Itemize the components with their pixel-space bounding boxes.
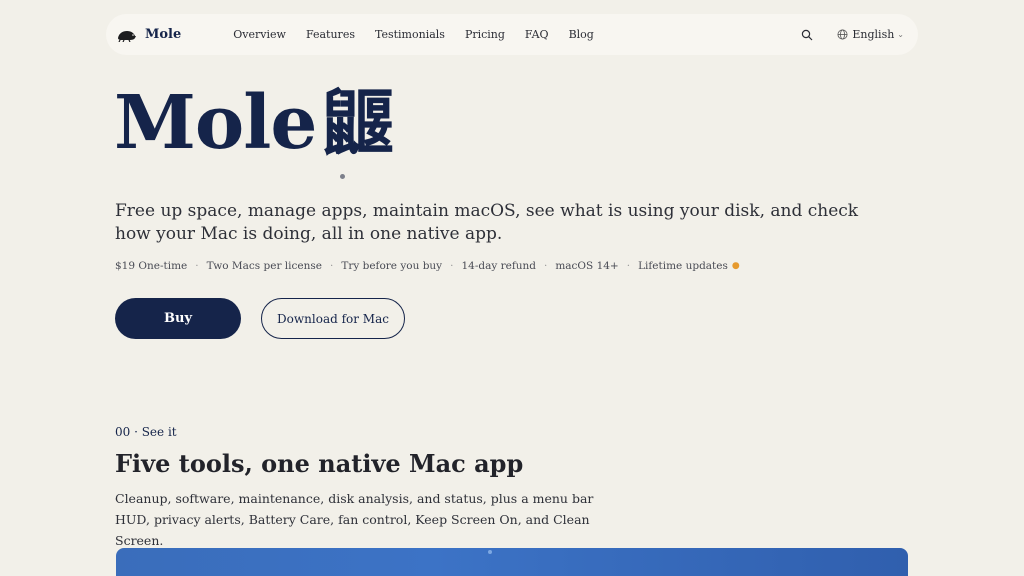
nav-link-blog[interactable]: Blog [569, 28, 594, 41]
brand-link[interactable]: Mole [117, 27, 181, 42]
globe-icon [837, 29, 848, 40]
fact-refund: 14-day refund [461, 260, 536, 272]
nav-right: English ⌄ [801, 28, 904, 41]
section-title: Five tools, one native Mac app [115, 449, 524, 478]
brand-name: Mole [145, 27, 182, 42]
nav-link-pricing[interactable]: Pricing [465, 28, 505, 41]
hero-title: Mole鼴 [114, 86, 394, 160]
fact-os: macOS 14+ [555, 260, 619, 272]
nav-link-testimonials[interactable]: Testimonials [375, 28, 445, 41]
decorative-dot [340, 174, 345, 179]
fact-price: $19 One-time [115, 260, 188, 272]
section-eyebrow: 00 · See it [115, 425, 177, 439]
highlight-dot-icon: ● [731, 261, 740, 271]
separator: · [450, 260, 454, 272]
search-icon[interactable] [801, 29, 813, 41]
download-button[interactable]: Download for Mac [261, 298, 405, 339]
separator: · [543, 260, 548, 272]
hero-title-text: Mole [114, 80, 317, 166]
nav-links: Overview Features Testimonials Pricing F… [233, 28, 614, 41]
chevron-down-icon: ⌄ [897, 30, 904, 39]
separator: · [626, 260, 631, 272]
fact-license: Two Macs per license [206, 260, 322, 272]
buy-button[interactable]: Buy [115, 298, 241, 339]
language-label: English [852, 28, 895, 41]
mole-icon [118, 30, 136, 42]
separator: · [195, 260, 199, 272]
fact-trial: Try before you buy [341, 260, 443, 272]
language-selector[interactable]: English ⌄ [837, 28, 904, 41]
fact-updates: Lifetime updates [638, 260, 728, 272]
top-nav: Mole Overview Features Testimonials Pric… [106, 14, 918, 55]
app-preview-image [116, 548, 908, 576]
facts-row: $19 One-time · Two Macs per license · Tr… [115, 260, 740, 272]
nav-link-faq[interactable]: FAQ [525, 28, 549, 41]
preview-sparkle [488, 550, 492, 554]
nav-link-features[interactable]: Features [306, 28, 355, 41]
section-description: Cleanup, software, maintenance, disk ana… [115, 491, 594, 548]
separator: · [329, 260, 334, 272]
hero-title-cjk: 鼴 [322, 81, 394, 165]
nav-link-overview[interactable]: Overview [233, 28, 286, 41]
hero-lead: Free up space, manage apps, maintain mac… [115, 201, 859, 244]
